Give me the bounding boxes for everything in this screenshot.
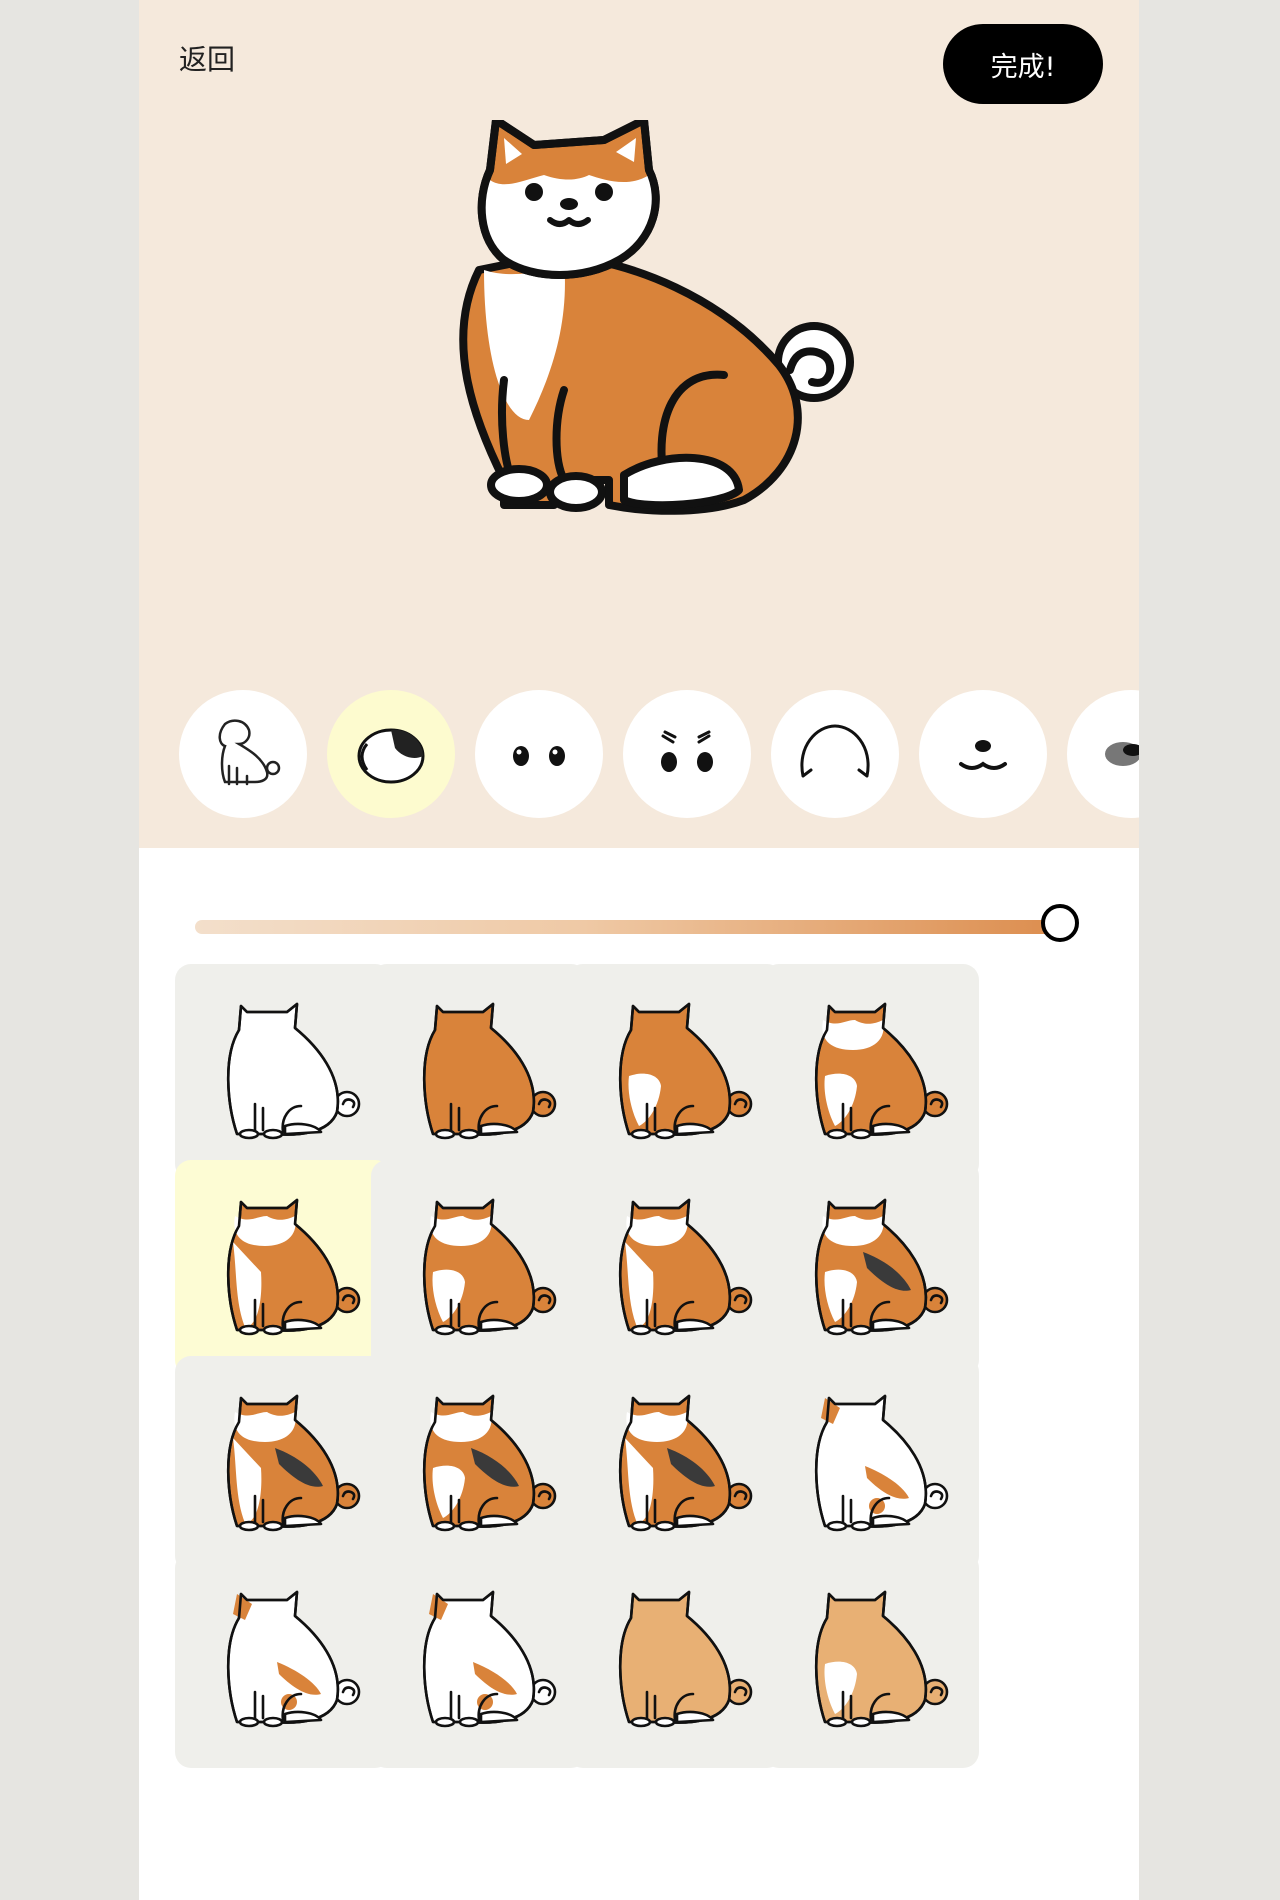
color-option-tile[interactable] [175,964,391,1180]
dog-color-preview-icon [618,1002,753,1140]
color-option-tile[interactable] [371,964,587,1180]
color-option-tile[interactable] [175,1160,391,1376]
dog-color-preview-icon [814,1590,949,1728]
color-option-tile[interactable] [175,1552,391,1768]
back-button[interactable]: 返回 [179,38,235,78]
tab-mouth[interactable] [919,690,1047,818]
dog-preview [459,120,854,515]
shade-slider[interactable] [195,896,1081,956]
dog-color-preview-icon [618,1394,753,1532]
color-option-tile[interactable] [567,1160,783,1376]
color-option-tile[interactable] [763,1160,979,1376]
dog-color-preview-icon [226,1394,361,1532]
dog-color-preview-icon [814,1394,949,1532]
color-option-tile[interactable] [371,1552,587,1768]
dog-color-preview-icon [226,1590,361,1728]
slider-thumb[interactable] [1041,904,1079,942]
dog-color-preview-icon [422,1394,557,1532]
color-option-tile[interactable] [567,1356,783,1572]
dog-color-preview-icon [814,1198,949,1336]
dog-color-preview-icon [618,1590,753,1728]
dog-color-preview-icon [226,1198,361,1336]
done-button[interactable]: 完成! [943,24,1103,104]
tab-head-pattern[interactable] [327,690,455,818]
dog-color-preview-icon [422,1590,557,1728]
eyebrows-icon [661,730,713,772]
option-panel [139,848,1139,1900]
nose-icon [1105,742,1139,766]
color-option-tile[interactable] [567,1552,783,1768]
tab-ears[interactable] [771,690,899,818]
dog-color-preview-icon [618,1198,753,1336]
dog-color-preview-icon [226,1002,361,1140]
preview-area: 返回 完成! [139,0,1139,848]
customize-screen: 返回 完成! [139,0,1139,1900]
mouth-icon [959,740,1007,770]
eyes-icon [513,746,565,766]
tab-eyebrows[interactable] [623,690,751,818]
color-option-tile[interactable] [175,1356,391,1572]
tab-nose[interactable] [1067,690,1139,818]
color-option-tile[interactable] [371,1356,587,1572]
dog-body-icon [218,719,281,786]
head-pattern-icon [357,728,425,784]
part-tab-bar [139,690,1139,818]
slider-track [195,920,1061,934]
color-option-tile[interactable] [763,964,979,1180]
dog-color-preview-icon [422,1002,557,1140]
color-option-tile[interactable] [567,964,783,1180]
color-option-tile[interactable] [371,1160,587,1376]
tab-body[interactable] [179,690,307,818]
dog-color-preview-icon [422,1198,557,1336]
ears-icon [800,724,870,778]
tab-eyes[interactable] [475,690,603,818]
color-option-tile[interactable] [763,1356,979,1572]
color-option-tile[interactable] [763,1552,979,1768]
dog-color-preview-icon [814,1002,949,1140]
